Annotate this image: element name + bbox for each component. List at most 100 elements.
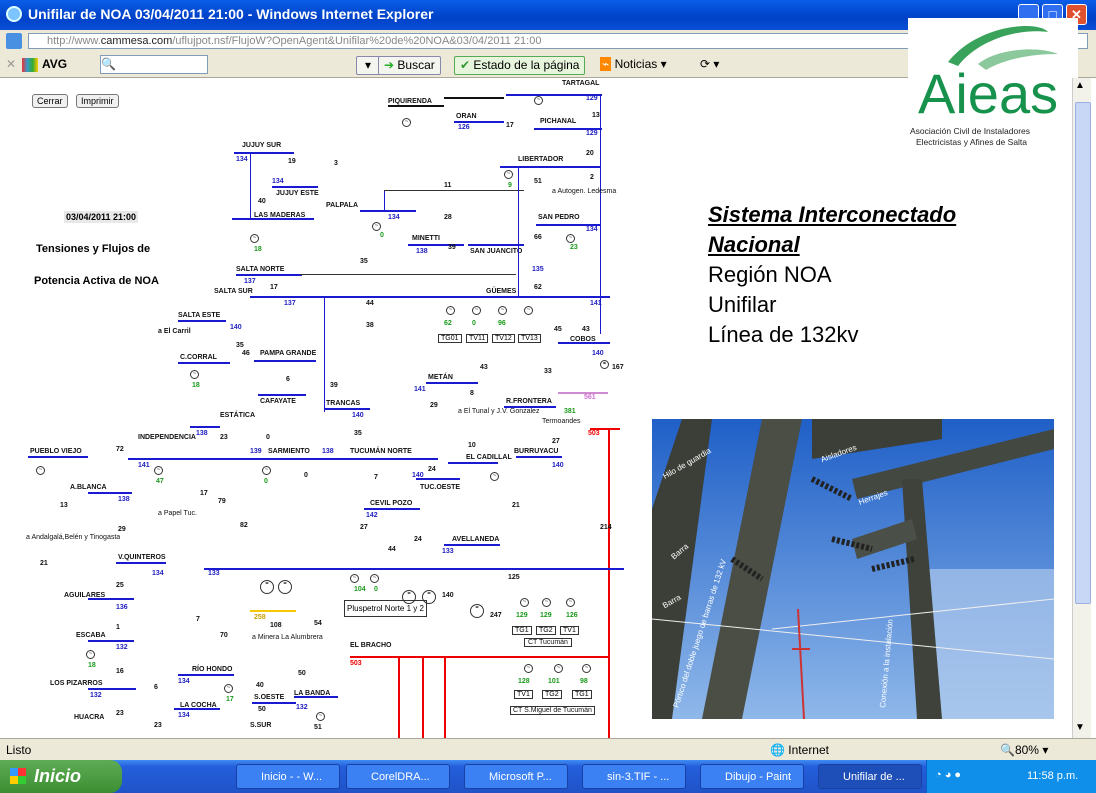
transformer-icon: ⚭ [402,590,416,604]
zoom-control[interactable]: 🔍80% ▾ [1000,743,1048,757]
bus-escaba [88,640,134,642]
gen-output: 18 [192,382,200,389]
flow-label: 24 [414,536,422,543]
flow-label: 10 [468,442,476,449]
arrow-right-icon: ➔ [384,58,398,72]
gen-output: 23 [570,244,578,251]
zone-indicator: 🌐 Internet [770,743,829,757]
task-button-1[interactable]: Inicio - - W... [236,764,340,789]
url-domain: cammesa.com [100,35,173,47]
node-s-sur: S.SUR [250,722,272,729]
node-las-maderas: LAS MADERAS [254,212,306,219]
generator-icon: ~ [250,234,259,243]
bus-tucuman-norte [128,458,438,460]
task-button-4[interactable]: sin-3.TIF - ... [582,764,686,789]
rss-icon: ⌁ [600,57,612,71]
unit-box: TG1 [512,626,532,635]
voltage-label: 136 [116,604,128,611]
print-button[interactable]: Imprimir [76,94,119,108]
diagram-heading-1: Tensiones y Flujos de [36,243,151,255]
bus-el-cadillal [448,462,498,464]
voltage-label: 129 [586,95,598,102]
node-minetti: MINETTI [412,235,440,242]
gen-output: 9 [508,182,512,189]
node-piquirenda: PIQUIRENDA [388,98,432,105]
node-pueblo-viejo: PUEBLO VIEJO [30,448,82,455]
flow-label: 39 [448,244,456,251]
bus-rio-hondo [178,674,234,676]
scroll-down-icon[interactable]: ▼ [1075,722,1085,733]
close-toolbar-icon[interactable]: ✕ [6,56,16,73]
transformer-icon: ⚭ [278,580,292,594]
search-dropdown-chevron-icon[interactable]: ▾ [356,56,380,75]
task-button-6[interactable]: Unifilar de ... [818,764,922,789]
news-button[interactable]: ⌁ Noticias ▾ [600,56,667,73]
flow-label: 13 [592,112,600,119]
line-500kv [422,658,424,738]
voltage-label: 134 [388,214,400,221]
flow-label: 6 [154,684,158,691]
flow-label: 35 [354,430,362,437]
vertical-scrollbar[interactable]: ▲ ▼ [1072,78,1091,738]
generator-icon: ~ [542,598,551,607]
flow-label: 66 [534,234,542,241]
node-trancas: TRANCAS [326,400,361,407]
generator-icon: ~ [490,472,499,481]
bus-v-quinteros [116,562,166,564]
logo-subtitle-1: Asociación Civil de Instaladores [910,126,1031,136]
voltage-label: 138 [118,496,130,503]
tray-icons[interactable]: ◔ ◕ ● [935,769,961,781]
search-button[interactable]: ➔ Buscar [378,56,441,75]
voltage-label: 140 [592,350,604,357]
scrollbar-thumb[interactable] [1075,102,1091,604]
flow-label: 43 [480,364,488,371]
extra-tool-icon[interactable]: ⟳ ▾ [700,56,719,73]
gen-output: 0 [380,232,384,239]
node-la-cocha: LA COCHA [180,702,217,709]
task-button-3[interactable]: Microsoft P... [464,764,568,789]
node-metan: METÁN [428,374,453,381]
flow-label: 23 [220,434,228,441]
page-status-button[interactable]: ✔ Estado de la página [454,56,586,75]
node-el-bracho: EL BRACHO [350,642,392,649]
generator-icon: ~ [316,712,325,721]
flow-label: 20 [586,150,594,157]
globe-icon: 🌐 [770,743,785,757]
bus-metan [426,382,478,384]
task-button-2[interactable]: CorelDRA... [346,764,450,789]
node-r-frontera: R.FRONTERA [506,398,552,405]
zoom-value: 80% [1014,743,1039,757]
search-input[interactable]: 🔍 [100,55,208,74]
gen-output: 0 [472,320,476,327]
bus-jujuy-este [272,186,318,188]
node-c-corral: C.CORRAL [180,354,217,361]
page-icon [6,33,22,49]
bus-trancas [324,408,370,410]
unit-box: TG01 [438,334,462,343]
close-diagram-button[interactable]: Cerrar [32,94,68,108]
node-pampa-grande: PAMPA GRANDE [260,350,317,357]
generator-icon: ~ [190,370,199,379]
generator-icon: ~ [554,664,563,673]
voltage-label: 140 [352,412,364,419]
clock: 11:58 p.m. [1027,770,1079,782]
flow-label: 6 [286,376,290,383]
node-salta-norte: SALTA NORTE [236,266,285,273]
generator-icon: ~ [524,664,533,673]
flow-label: 79 [218,498,226,505]
bus-s-oeste [252,702,296,704]
start-button[interactable]: Inicio [0,760,122,793]
generator-icon: ~ [582,664,591,673]
flow-label: 82 [240,522,248,529]
bus-c-corral [178,362,230,364]
generator-icon: ~ [566,598,575,607]
task-button-5[interactable]: Dibujo - Paint [700,764,804,789]
node-tartagal: TARTAGAL [562,80,600,87]
scroll-up-icon[interactable]: ▲ [1075,80,1085,91]
avg-label[interactable]: AVG [42,56,67,73]
flow-label: 35 [236,342,244,349]
flow-label: 62 [534,284,542,291]
voltage-label: 258 [254,614,266,621]
node-la-banda: LA BANDA [294,690,331,697]
voltage-label: 503 [350,660,362,667]
